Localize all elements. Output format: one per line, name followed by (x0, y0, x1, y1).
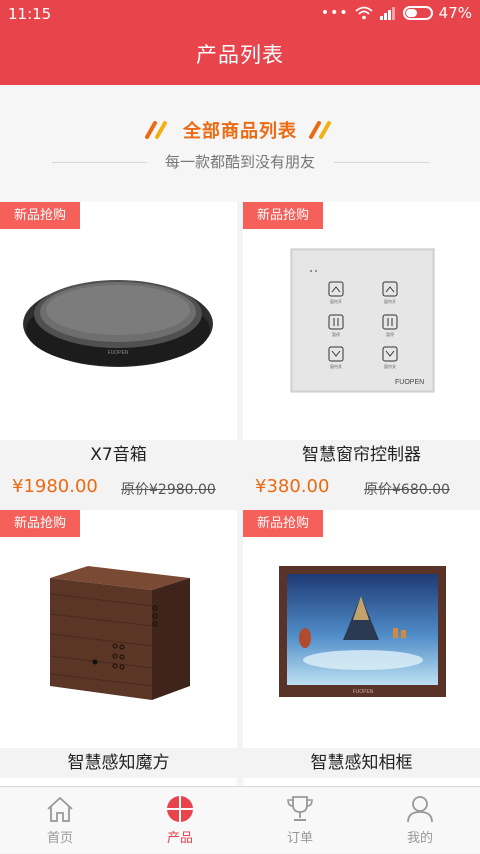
trophy-icon (287, 796, 313, 821)
tab-products[interactable]: 产品 (120, 787, 240, 854)
product-name[interactable]: 智慧感知相框 (243, 748, 480, 778)
product-name[interactable]: X7音箱 (0, 440, 237, 470)
battery-percent: 47% (438, 4, 472, 22)
tab-orders[interactable]: 订单 (240, 787, 360, 854)
signal-icon (379, 7, 395, 20)
product-name[interactable]: 智慧感知魔方 (0, 748, 237, 778)
cube-image (49, 566, 190, 700)
product-image-curtain-controller[interactable]: 窗帘开 窗帘开 暂停 暂停 窗帘关 窗帘关 FUOPEN (243, 202, 480, 440)
new-product-badge: 新品抢购 (243, 510, 323, 537)
home-icon (47, 796, 73, 822)
svg-text:窗帘开: 窗帘开 (384, 298, 396, 304)
brand-logo: FUOPEN (395, 379, 424, 386)
section-title: 全部商品列表 (183, 121, 297, 142)
product-card-photo-frame[interactable]: FUOPEN 新品抢购 智慧感知相框 (243, 510, 480, 786)
new-product-badge: 新品抢购 (0, 510, 80, 537)
svg-text:窗帘开: 窗帘开 (330, 298, 342, 304)
svg-text:窗帘关: 窗帘关 (384, 363, 396, 369)
tab-label: 产品 (166, 831, 193, 846)
original-price: 原价¥680.00 (364, 482, 450, 498)
slash-deco-icon (144, 121, 167, 139)
more-dots-icon: ••• (320, 5, 349, 21)
page-title: 产品列表 (0, 28, 480, 85)
brand-logo: FUOPEN (353, 689, 374, 695)
divider-right (334, 162, 429, 163)
svg-text:FUOPEN: FUOPEN (108, 350, 129, 356)
product-image-cube[interactable] (0, 510, 237, 748)
product-price: ¥1980.00 (12, 476, 98, 497)
svg-text:暂停: 暂停 (332, 331, 340, 337)
product-name[interactable]: 智慧窗帘控制器 (243, 440, 480, 470)
svg-text:暂停: 暂停 (386, 331, 394, 337)
product-card-curtain-controller[interactable]: 窗帘开 窗帘开 暂停 暂停 窗帘关 窗帘关 FUOPEN 新品抢购 智慧窗帘控制… (243, 202, 480, 510)
tab-label: 我的 (406, 831, 433, 846)
tab-label: 首页 (46, 831, 73, 846)
tab-home[interactable]: 首页 (0, 787, 120, 854)
new-product-badge: 新品抢购 (243, 202, 323, 229)
bottom-tab-bar: 首页 产品 订单 我的 (0, 786, 480, 853)
photo-frame-image: FUOPEN (279, 566, 446, 697)
tab-profile[interactable]: 我的 (360, 787, 480, 854)
wifi-icon (355, 6, 373, 20)
product-image-photo-frame[interactable]: FUOPEN (243, 510, 480, 748)
status-time: 11:15 (8, 5, 52, 23)
product-prices: ¥1980.00 原价¥2980.00 (0, 470, 237, 510)
curtain-controller-image: 窗帘开 窗帘开 暂停 暂停 窗帘关 窗帘关 FUOPEN (290, 248, 435, 393)
user-icon (407, 796, 433, 823)
new-product-badge: 新品抢购 (0, 202, 80, 229)
product-image-speaker[interactable]: FUOPEN (0, 202, 237, 440)
section-header: 全部商品列表 每一款都酷到没有朋友 (0, 85, 480, 202)
product-price: ¥380.00 (255, 476, 330, 497)
slash-deco-icon (309, 121, 332, 139)
product-card-cube[interactable]: 新品抢购 智慧感知魔方 (0, 510, 237, 786)
product-card-speaker[interactable]: FUOPEN 新品抢购 X7音箱 ¥1980.00 原价¥2980.00 (0, 202, 237, 510)
tab-label: 订单 (286, 831, 313, 846)
speaker-image: FUOPEN (23, 280, 213, 367)
product-prices: ¥380.00 原价¥680.00 (243, 470, 480, 510)
original-price: 原价¥2980.00 (121, 482, 216, 498)
battery-icon (402, 6, 433, 20)
product-icon (167, 796, 193, 822)
svg-text:窗帘关: 窗帘关 (330, 363, 342, 369)
status-bar: 11:15 ••• 47% (0, 0, 480, 28)
